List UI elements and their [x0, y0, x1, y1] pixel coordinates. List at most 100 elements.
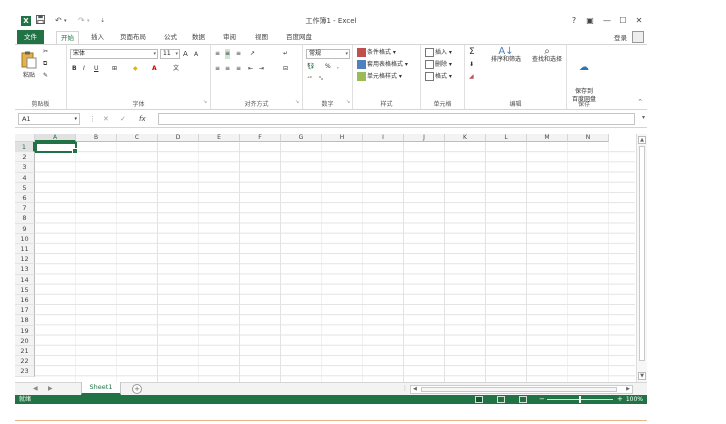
cut-icon[interactable]: ✂	[43, 47, 48, 57]
fill-color-icon[interactable]: ◆	[133, 64, 138, 74]
row-header[interactable]: 9	[15, 223, 35, 234]
column-header[interactable]: B	[76, 134, 117, 142]
row-header[interactable]: 14	[15, 274, 35, 285]
copy-icon[interactable]: ⧉	[43, 59, 47, 69]
paste-button[interactable]: 粘贴	[18, 51, 40, 80]
column-header[interactable]: M	[527, 134, 568, 142]
tab-baidu-netdisk[interactable]: 百度网盘	[282, 31, 316, 44]
tab-data[interactable]: 数据	[188, 31, 209, 44]
row-header[interactable]: 8	[15, 213, 35, 224]
row-header[interactable]: 6	[15, 193, 35, 204]
font-size-select[interactable]: 11 ▾	[160, 49, 180, 59]
cell-styles-button[interactable]: 单元格样式 ▾	[357, 72, 402, 82]
format-as-table-button[interactable]: 套用表格格式 ▾	[357, 60, 408, 70]
increase-decimal-icon[interactable]: ⁺⁰	[307, 74, 312, 84]
tab-file[interactable]: 文件	[17, 30, 44, 44]
comma-style-button[interactable]: ,	[337, 62, 339, 72]
phonetic-guide-icon[interactable]: 文	[173, 64, 179, 74]
ribbon-display-options-button[interactable]: ▣	[584, 15, 596, 27]
align-center-icon[interactable]: ≡	[225, 64, 230, 74]
percent-button[interactable]: %	[325, 62, 331, 72]
scroll-down-icon[interactable]: ▼	[638, 372, 646, 380]
name-box[interactable]: A1 ▾	[18, 113, 80, 125]
align-bottom-icon[interactable]: ≡	[236, 49, 241, 59]
zoom-level[interactable]: 100%	[626, 395, 643, 404]
select-all-button[interactable]	[15, 134, 35, 142]
font-color-button[interactable]: A	[152, 64, 157, 74]
scroll-right-icon[interactable]: ▶	[626, 386, 630, 393]
row-header[interactable]: 2	[15, 152, 35, 163]
tab-home[interactable]: 开始	[56, 31, 79, 44]
underline-button[interactable]: U	[94, 64, 98, 74]
row-header[interactable]: 16	[15, 295, 35, 306]
align-middle-icon[interactable]: ≡	[225, 49, 231, 59]
tab-view[interactable]: 视图	[251, 31, 272, 44]
row-header[interactable]: 12	[15, 254, 35, 265]
expand-formula-bar-icon[interactable]: ▾	[642, 114, 645, 121]
row-header[interactable]: 18	[15, 315, 35, 326]
zoom-slider-thumb[interactable]	[579, 396, 581, 403]
scroll-left-icon[interactable]: ◀	[413, 386, 417, 393]
add-sheet-icon[interactable]: +	[132, 384, 142, 394]
align-right-icon[interactable]: ≡	[236, 64, 241, 74]
conditional-formatting-button[interactable]: 条件格式 ▾	[357, 48, 396, 58]
align-top-icon[interactable]: ≡	[215, 49, 220, 59]
tab-insert[interactable]: 插入	[87, 31, 108, 44]
insert-function-button[interactable]: fx	[139, 113, 146, 125]
formula-input[interactable]	[158, 113, 635, 125]
bold-button[interactable]: B	[72, 64, 77, 74]
page-layout-view-icon[interactable]	[497, 396, 505, 403]
vertical-scrollbar[interactable]: ▲ ▼	[636, 134, 647, 382]
align-left-icon[interactable]: ≡	[215, 64, 220, 74]
restore-button[interactable]: ☐	[617, 15, 629, 27]
row-header[interactable]: 17	[15, 305, 35, 316]
italic-button[interactable]: I	[83, 64, 85, 74]
row-header[interactable]: 10	[15, 233, 35, 244]
column-header[interactable]: N	[568, 134, 609, 142]
grow-font-button[interactable]: A	[183, 49, 188, 59]
number-format-select[interactable]: 常规 ▾	[306, 49, 350, 59]
help-button[interactable]: ?	[568, 15, 580, 27]
accounting-format-icon[interactable]: 💱	[307, 62, 314, 72]
font-family-select[interactable]: 宋体 ▾	[70, 49, 158, 59]
row-header[interactable]: 7	[15, 203, 35, 214]
tab-formulas[interactable]: 公式	[160, 31, 181, 44]
shrink-font-button[interactable]: A	[194, 50, 198, 60]
row-header[interactable]: 15	[15, 284, 35, 295]
avatar[interactable]	[632, 31, 644, 43]
merge-center-icon[interactable]: ⊟	[283, 64, 288, 74]
tab-page-layout[interactable]: 页面布局	[116, 31, 150, 44]
normal-view-icon[interactable]	[475, 396, 483, 403]
row-header[interactable]: 5	[15, 182, 35, 193]
minimize-button[interactable]: —	[601, 15, 613, 27]
row-header[interactable]: 4	[15, 172, 35, 183]
horizontal-scrollbar[interactable]: ◀ ▶	[410, 385, 633, 394]
row-header[interactable]: 13	[15, 264, 35, 275]
column-header[interactable]: J	[404, 134, 445, 142]
cell-area[interactable]	[35, 142, 635, 382]
row-header[interactable]: 1	[15, 142, 35, 153]
orientation-icon[interactable]: ↗	[250, 49, 255, 59]
row-header[interactable]: 19	[15, 325, 35, 336]
column-header[interactable]: K	[445, 134, 486, 142]
wrap-text-icon[interactable]: ↵	[283, 49, 288, 59]
next-sheet-icon[interactable]: ▶	[48, 385, 53, 392]
collapse-ribbon-icon[interactable]: ⌃	[637, 98, 643, 106]
format-painter-icon[interactable]: ✎	[43, 71, 48, 81]
decrease-indent-icon[interactable]: ⇤	[248, 64, 253, 74]
row-header[interactable]: 11	[15, 244, 35, 255]
row-header[interactable]: 21	[15, 346, 35, 357]
tab-split-handle-icon[interactable]: ⋮	[402, 385, 408, 392]
row-header[interactable]: 23	[15, 366, 35, 377]
tab-review[interactable]: 审阅	[219, 31, 240, 44]
column-header[interactable]: D	[158, 134, 199, 142]
column-header[interactable]: A	[35, 134, 76, 142]
page-break-view-icon[interactable]	[519, 396, 527, 403]
find-select-button[interactable]: ⌕ 查找和选择	[527, 47, 567, 64]
format-cells-button[interactable]: 格式 ▾	[425, 72, 452, 82]
increase-indent-icon[interactable]: ⇥	[259, 64, 264, 74]
borders-icon[interactable]: ⊞	[112, 64, 117, 74]
zoom-in-button[interactable]: +	[617, 395, 623, 404]
login-link[interactable]: 登录	[614, 32, 627, 42]
active-cell[interactable]	[35, 142, 78, 154]
